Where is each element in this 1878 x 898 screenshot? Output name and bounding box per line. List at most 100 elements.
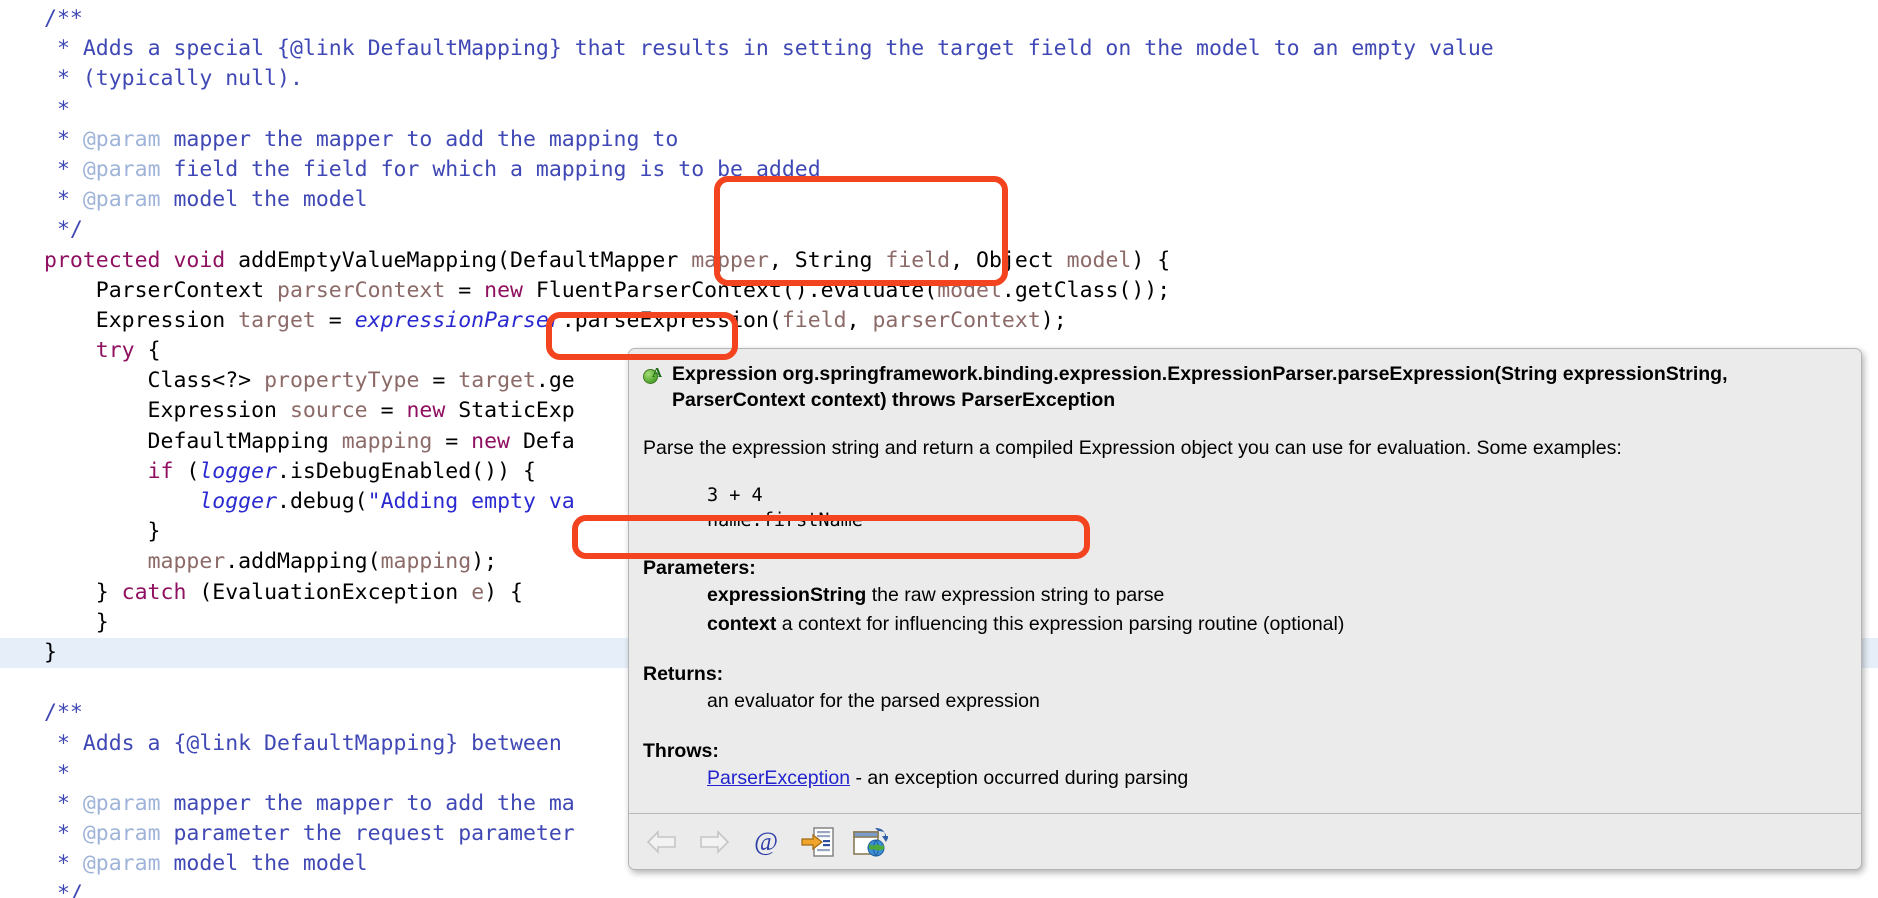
code-token: mapping [341,428,433,454]
code-token: parameter the request parameter [160,821,575,847]
code-line[interactable]: /** [0,4,1878,34]
code-token: = [445,277,485,303]
javadoc-description: Parse the expression string and return a… [643,437,1622,459]
code-token: = [419,368,459,394]
code-token: * [44,851,83,877]
code-token: , Object [950,247,1067,273]
code-token: * Adds a {@link DefaultMapping} between [44,730,575,756]
code-token: Expression [44,398,290,424]
code-token: ); [471,549,498,575]
code-token: * [44,96,70,122]
forward-arrow-icon[interactable] [695,823,733,861]
at-sign-icon[interactable]: @ [747,823,785,861]
code-token: mapper the mapper to add the ma [160,790,575,816]
code-token: mapper the mapper to add the mapping to [160,126,679,152]
code-token: field [781,307,847,333]
javadoc-returns-label: Returns: [643,663,724,685]
code-token: ); [1040,307,1067,333]
code-token: mapper [147,549,226,575]
code-token: target [458,368,536,394]
code-token: mapping [380,549,472,575]
code-line[interactable]: ParserContext parserContext = new Fluent… [0,276,1878,306]
code-token: @param [82,821,161,847]
code-token: } [44,639,57,665]
code-token: parserContext [872,307,1041,333]
code-token: { [134,338,161,364]
code-token: model the model [160,187,368,213]
code-token: model [1066,247,1132,273]
code-token: addEmptyValueMapping(DefaultMapper [238,247,692,273]
javadoc-tooltip-popup[interactable]: A Expression org.springframework.binding… [628,348,1862,870]
code-token: , [846,307,873,333]
javadoc-parameter-name: context [707,613,777,635]
code-token: logger [199,458,278,484]
code-token: DefaultMapping [44,428,342,454]
code-token: @param [82,126,161,152]
abstract-method-icon: A [643,363,665,387]
code-line[interactable]: * @param mapper the mapper to add the ma… [0,125,1878,155]
code-line[interactable]: * @param model the model [0,185,1878,215]
code-token: /** [44,700,83,726]
code-token: logger [199,489,278,514]
code-token: (EvaluationException [186,579,472,605]
code-token: /** [44,6,83,31]
code-token: .addMapping( [225,549,381,575]
code-token: * (typically null). [44,66,303,92]
code-line[interactable]: * [0,95,1878,125]
code-token: * [44,36,83,62]
javadoc-body: Parse the expression string and return a… [643,435,1847,793]
code-line[interactable]: */ [0,215,1878,245]
code-line[interactable]: * (typically null). [0,64,1878,94]
code-token: e [471,579,485,605]
code-token: @param [82,187,161,213]
javadoc-toolbar[interactable]: @ [629,813,1861,869]
javadoc-signature-text: Expression org.springframework.binding.e… [672,363,1728,411]
code-token: "Adding empty va [367,489,575,514]
code-line[interactable]: Expression target = expressionParser.par… [0,306,1878,336]
code-token: target [238,307,316,333]
code-token: * [44,187,83,213]
code-token: .debug( [277,489,368,514]
code-token: * [44,821,83,847]
javadoc-parameters-label: Parameters: [643,557,756,579]
code-token: Expression [44,307,239,333]
code-line[interactable]: protected void addEmptyValueMapping(Defa… [0,246,1878,276]
javadoc-throws-label: Throws: [643,740,719,762]
code-token: @param [82,851,161,877]
javadoc-scroll-area[interactable]: A Expression org.springframework.binding… [629,349,1861,813]
code-token: ParserContext [44,277,277,303]
code-token: Defa [522,428,575,454]
open-declaration-icon[interactable] [799,823,837,861]
javadoc-throws-link[interactable]: ParserException [707,767,850,789]
back-arrow-icon[interactable] [643,823,681,861]
code-token: new [406,398,459,424]
code-token: Adds a special {@link DefaultMapping} th… [82,36,1494,62]
code-token: model the model [160,851,368,877]
code-token: ) { [484,579,523,605]
code-line[interactable]: * Adds a special {@link DefaultMapping} … [0,34,1878,64]
code-token: field the field for which a mapping is t… [160,156,821,182]
code-token: * [44,156,83,182]
code-token: */ [44,881,83,898]
code-token: propertyType [264,368,420,394]
code-token: FluentParserContext().evaluate( [535,277,938,303]
javadoc-code-example: 3 + 4 name.firstName [707,485,863,531]
code-token: = [367,398,407,424]
code-token: ) { [1131,247,1171,273]
code-token: * [44,790,83,816]
code-token: } [44,579,122,605]
svg-text:@: @ [754,827,778,856]
code-token: , String [768,247,886,273]
code-token: */ [44,217,83,243]
code-token: new [471,428,523,454]
code-token: StaticExp [458,398,575,424]
open-in-browser-icon[interactable] [851,823,889,861]
javadoc-parameter-name: expressionString [707,584,867,606]
code-line[interactable]: */ [0,879,1878,898]
code-token: } [44,519,161,545]
code-line[interactable]: * @param field the field for which a map… [0,155,1878,185]
